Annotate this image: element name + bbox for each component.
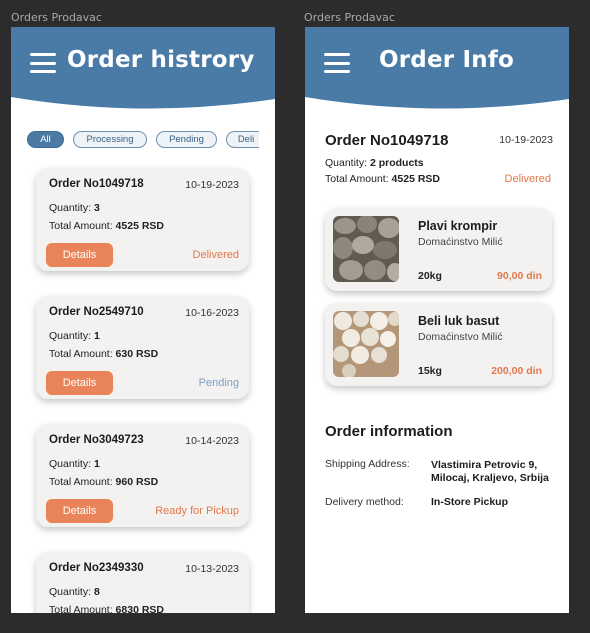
product-quantity: 20kg xyxy=(418,270,442,282)
order-number: Order No3049723 xyxy=(49,434,144,446)
status-badge: Ready for Pickup xyxy=(155,505,239,517)
order-number: Order No2549710 xyxy=(49,306,144,318)
product-card[interactable]: Plavi krompir Domaćinstvo Milić 20kg 90,… xyxy=(325,208,552,291)
details-button[interactable]: Details xyxy=(46,499,113,523)
history-header: Order histrory xyxy=(11,27,275,113)
order-quantity: Quantity: 3 xyxy=(49,202,100,214)
delivery-method-value: In-Store Pickup xyxy=(431,496,509,508)
status-badge: Pending xyxy=(198,377,239,389)
order-information-heading: Order information xyxy=(325,423,453,440)
potatoes-image xyxy=(333,216,399,282)
order-quantity: Quantity: 1 xyxy=(49,458,100,470)
product-farm: Domaćinstvo Milić xyxy=(418,236,503,248)
order-date: 10-14-2023 xyxy=(185,435,239,447)
order-total: Total Amount: 630 RSD xyxy=(49,348,159,360)
order-quantity: Quantity: 1 xyxy=(49,330,100,342)
order-info-screen: Order Info Order No1049718 10-19-2023 Qu… xyxy=(305,27,569,613)
product-name: Beli luk basut xyxy=(418,314,500,328)
order-total: Total Amount: 4525 RSD xyxy=(325,173,440,185)
filter-chip-pending[interactable]: Pending xyxy=(156,131,217,148)
menu-icon[interactable] xyxy=(30,53,56,73)
filter-chip-all[interactable]: All xyxy=(27,131,64,148)
product-farm: Domaćinstvo Milić xyxy=(418,331,503,343)
garlic-image xyxy=(333,311,399,377)
order-card[interactable]: Order No2549710 10-16-2023 Quantity: 1 T… xyxy=(36,296,249,399)
product-name: Plavi krompir xyxy=(418,219,498,233)
order-date: 10-19-2023 xyxy=(499,134,553,146)
shipping-address-label: Shipping Address: xyxy=(325,458,410,470)
order-date: 10-13-2023 xyxy=(185,563,239,575)
order-number: Order No2349330 xyxy=(49,562,144,574)
page-title: Order Info xyxy=(379,47,515,73)
order-total: Total Amount: 6830 RSD xyxy=(49,604,164,613)
order-number: Order No1049718 xyxy=(49,178,144,190)
order-date: 10-16-2023 xyxy=(185,307,239,319)
order-card[interactable]: Order No2349330 10-13-2023 Quantity: 8 T… xyxy=(36,552,249,613)
status-badge: Delivered xyxy=(504,173,551,185)
menu-icon[interactable] xyxy=(324,53,350,73)
order-number: Order No1049718 xyxy=(325,132,449,149)
details-button[interactable]: Details xyxy=(46,371,113,395)
product-price: 90,00 din xyxy=(497,270,542,282)
product-price: 200,00 din xyxy=(491,365,542,377)
filter-chip-delivered[interactable]: Deli xyxy=(226,131,259,148)
page-title: Order histrory xyxy=(67,47,255,73)
frame-label-left: Orders Prodavac xyxy=(11,11,102,24)
order-history-screen: Order histrory All Processing Pending Deli … xyxy=(11,27,275,613)
status-filter-bar: All Processing Pending Deli xyxy=(27,131,259,151)
order-card[interactable]: Order No1049718 10-19-2023 Quantity: 3 T… xyxy=(36,168,249,271)
order-quantity: Quantity: 2 products xyxy=(325,157,424,169)
shipping-address-value: Vlastimira Petrovic 9, Milocaj, Kraljevo… xyxy=(431,459,549,484)
order-card[interactable]: Order No3049723 10-14-2023 Quantity: 1 T… xyxy=(36,424,249,527)
frame-label-right: Orders Prodavac xyxy=(304,11,395,24)
info-header: Order Info xyxy=(305,27,569,113)
order-total: Total Amount: 960 RSD xyxy=(49,476,159,488)
product-quantity: 15kg xyxy=(418,365,442,377)
order-date: 10-19-2023 xyxy=(185,179,239,191)
product-card[interactable]: Beli luk basut Domaćinstvo Milić 15kg 20… xyxy=(325,303,552,386)
status-badge: Delivered xyxy=(192,249,239,261)
filter-chip-processing[interactable]: Processing xyxy=(73,131,147,148)
delivery-method-label: Delivery method: xyxy=(325,496,404,508)
order-total: Total Amount: 4525 RSD xyxy=(49,220,164,232)
order-quantity: Quantity: 8 xyxy=(49,586,100,598)
details-button[interactable]: Details xyxy=(46,243,113,267)
